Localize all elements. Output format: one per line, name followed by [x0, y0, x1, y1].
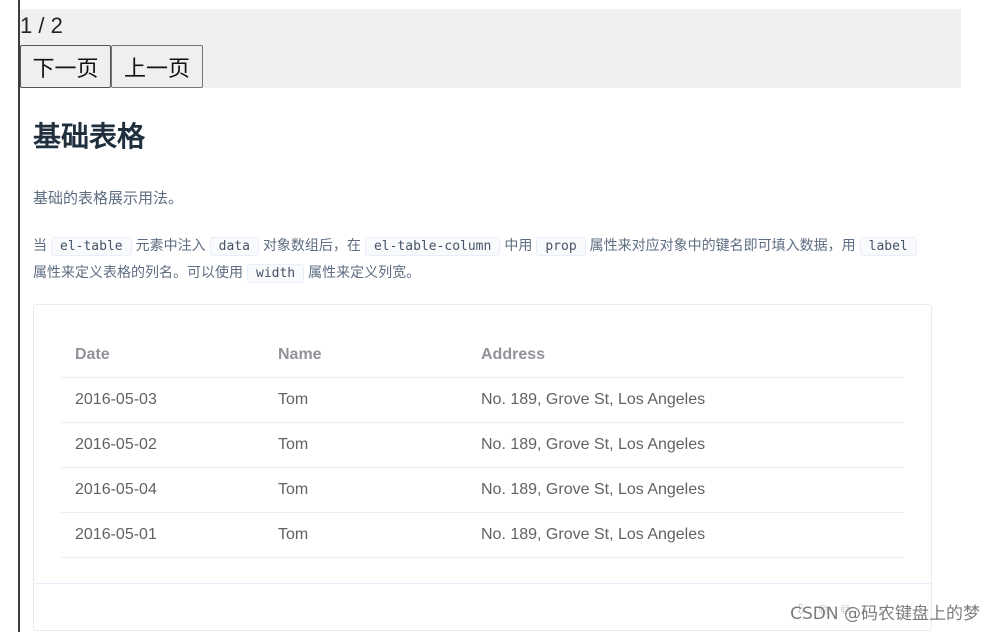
cell-name: Tom: [264, 467, 467, 513]
section-description: 基础的表格展示用法。: [33, 189, 184, 207]
para-text: 属性来定义表格的列名。可以使用: [33, 265, 243, 281]
column-header-name[interactable]: Name: [264, 333, 467, 378]
table-row[interactable]: 2016-05-02 Tom No. 189, Grove St, Los An…: [61, 422, 904, 468]
demo-block: Date Name Address 2016-05-03 Tom No. 189…: [33, 304, 932, 631]
code-data: data: [209, 237, 259, 256]
table-row[interactable]: 2016-05-03 Tom No. 189, Grove St, Los An…: [61, 377, 904, 423]
prev-page-button[interactable]: 上一页: [111, 45, 203, 88]
para-text: 中用: [504, 238, 533, 254]
cell-address: No. 189, Grove St, Los Angeles: [467, 377, 904, 423]
para-text: 元素中注入: [135, 238, 206, 254]
code-prop: prop: [536, 237, 586, 256]
cell-date: 2016-05-04: [61, 467, 264, 513]
section-title: 基础表格: [33, 120, 146, 153]
code-el-table-column: el-table-column: [364, 237, 501, 256]
usage-paragraph: 当 el-table 元素中注入 data 对象数组后，在 el-table-column…: [33, 233, 933, 287]
cell-date: 2016-05-01: [61, 512, 264, 558]
csdn-watermark: CSDN @码农键盘上的梦: [790, 604, 980, 624]
next-page-button[interactable]: 下一页: [20, 45, 111, 88]
cell-name: Tom: [264, 512, 467, 558]
page-indicator: 1 / 2: [20, 13, 63, 38]
cell-date: 2016-05-03: [61, 377, 264, 423]
cell-address: No. 189, Grove St, Los Angeles: [467, 467, 904, 513]
basic-table: Date Name Address 2016-05-03 Tom No. 189…: [61, 333, 904, 558]
cell-address: No. 189, Grove St, Los Angeles: [467, 512, 904, 558]
cell-name: Tom: [264, 377, 467, 423]
left-border-line: [18, 0, 20, 632]
cell-address: No. 189, Grove St, Los Angeles: [467, 422, 904, 468]
code-el-table: el-table: [51, 237, 132, 256]
para-text: 当: [33, 238, 47, 254]
table-row[interactable]: 2016-05-01 Tom No. 189, Grove St, Los An…: [61, 512, 904, 558]
table-row[interactable]: 2016-05-04 Tom No. 189, Grove St, Los An…: [61, 467, 904, 513]
column-header-date[interactable]: Date: [61, 333, 264, 378]
cell-date: 2016-05-02: [61, 422, 264, 468]
cell-name: Tom: [264, 422, 467, 468]
column-header-address[interactable]: Address: [467, 333, 904, 378]
table-header-row: Date Name Address: [61, 333, 904, 378]
code-label: label: [859, 237, 917, 256]
para-text: 对象数组后，在: [262, 238, 361, 254]
code-width: width: [247, 264, 305, 283]
para-text: 属性来定义列宽。: [308, 265, 421, 281]
pager-bar: 1 / 2 下一页 上一页: [20, 9, 961, 88]
para-text: 属性来对应对象中的键名即可填入数据，用: [589, 238, 856, 254]
